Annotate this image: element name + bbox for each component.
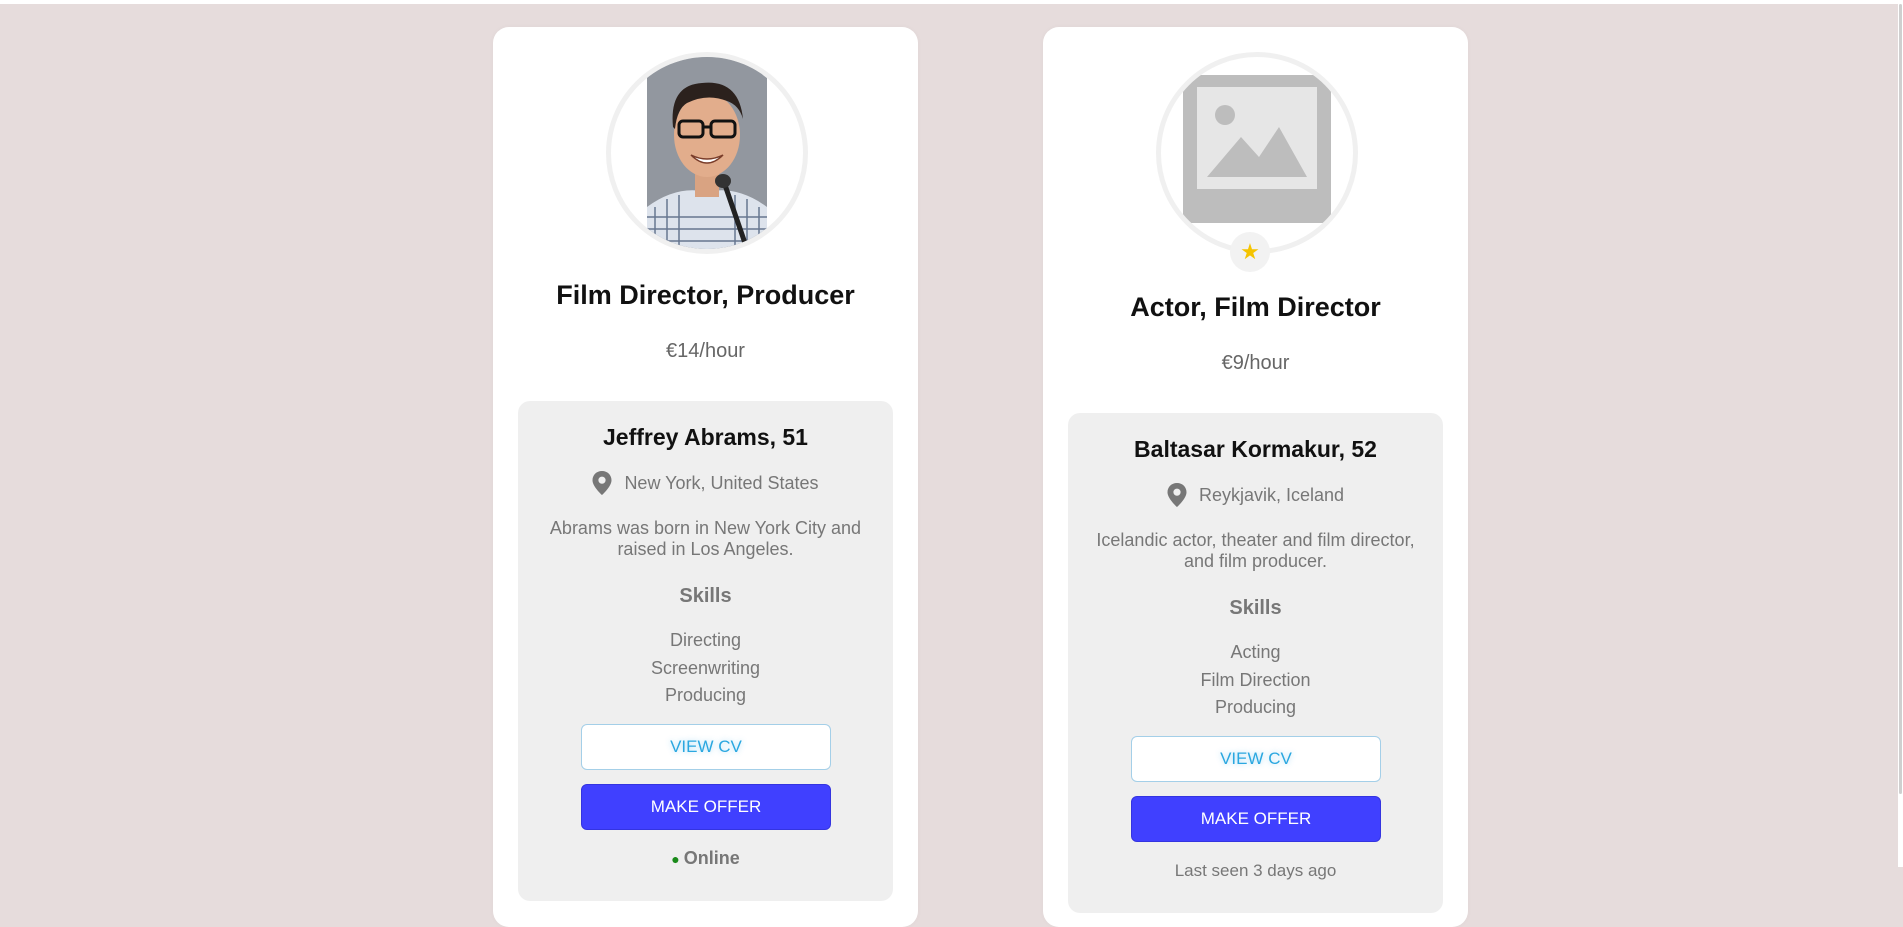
profile-name: Jeffrey Abrams, 51: [603, 424, 808, 450]
map-pin-icon: [592, 471, 612, 495]
image-placeholder-icon: [1183, 75, 1331, 223]
skill-item: Producing: [664, 685, 747, 705]
skills-heading: Skills: [679, 585, 732, 607]
profile-title: Film Director, Producer: [556, 280, 855, 310]
view-cv-button[interactable]: VIEW CV: [1131, 736, 1381, 782]
skill-item: Producing: [1214, 697, 1297, 717]
location-text: New York, United States: [624, 472, 819, 493]
profile-bio: Icelandic actor, theater and film direct…: [1096, 530, 1415, 571]
avatar[interactable]: [1156, 52, 1358, 254]
page-top-strip: [0, 0, 1903, 4]
status-text: Online: [683, 848, 740, 868]
profile-card: Film Director, Producer €14/hour Jeffrey…: [493, 27, 918, 927]
scrollbar-thumb[interactable]: [1899, 4, 1902, 794]
star-icon: ★: [1230, 232, 1270, 272]
profile-bio: Abrams was born in New York City and rai…: [549, 518, 862, 559]
skill-item: Screenwriting: [650, 657, 761, 678]
profile-details-panel: Jeffrey Abrams, 51 New York, United Stat…: [518, 401, 893, 901]
online-status: ● Online: [518, 848, 893, 869]
skills-list: Acting Film Direction Producing: [1068, 639, 1443, 722]
person-photo: [647, 57, 767, 249]
location: New York, United States: [518, 471, 893, 495]
make-offer-button[interactable]: MAKE OFFER: [1131, 796, 1381, 842]
profile-card: ★ Actor, Film Director €9/hour Baltasar …: [1043, 27, 1468, 927]
hourly-rate: €14/hour: [666, 340, 745, 362]
profile-name: Baltasar Kormakur, 52: [1134, 436, 1377, 462]
skills-list: Directing Screenwriting Producing: [518, 627, 893, 710]
profile-details-panel: Baltasar Kormakur, 52 Reykjavik, Iceland…: [1068, 413, 1443, 913]
skill-item: Film Direction: [1200, 669, 1311, 690]
location-text: Reykjavik, Iceland: [1198, 484, 1345, 505]
last-seen-status: Last seen 3 days ago: [1174, 861, 1337, 880]
avatar[interactable]: [606, 52, 808, 254]
skills-heading: Skills: [1229, 597, 1282, 619]
location: Reykjavik, Iceland: [1068, 483, 1443, 507]
hourly-rate: €9/hour: [1221, 352, 1290, 374]
skill-item: Directing: [669, 630, 742, 650]
profile-title: Actor, Film Director: [1130, 292, 1381, 322]
view-cv-button[interactable]: VIEW CV: [581, 724, 831, 770]
map-pin-icon: [1167, 483, 1187, 507]
make-offer-button[interactable]: MAKE OFFER: [581, 784, 831, 830]
skill-item: Acting: [1230, 642, 1281, 662]
online-dot-icon: ●: [671, 851, 680, 867]
